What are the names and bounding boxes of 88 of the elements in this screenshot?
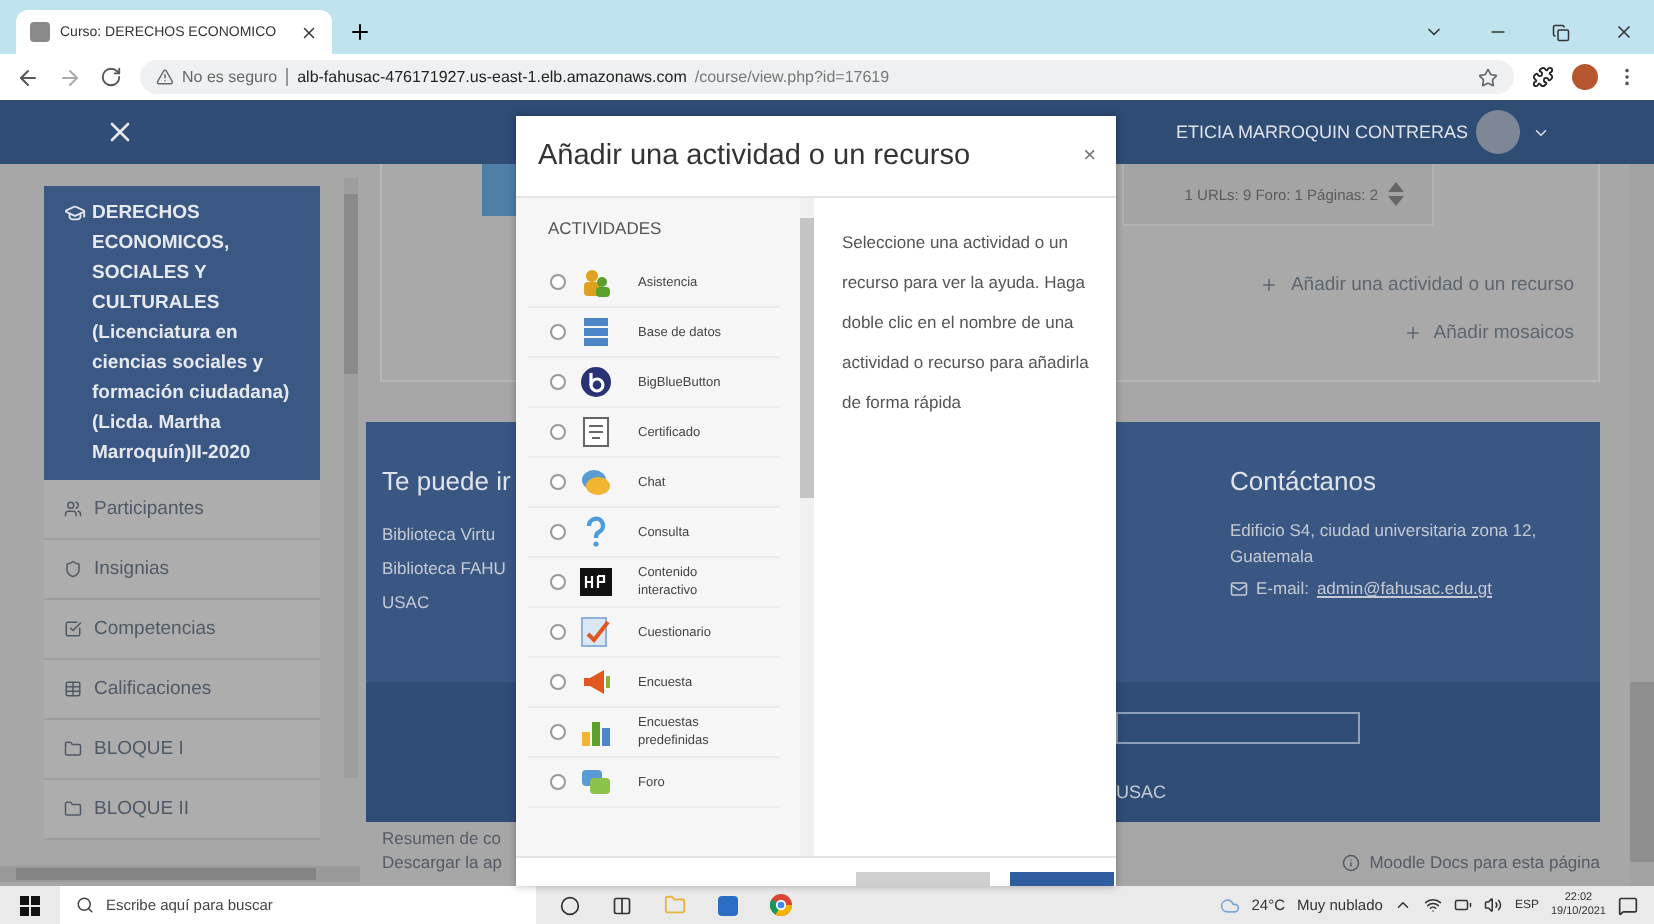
circle-icon[interactable] (560, 895, 580, 915)
letter-b-icon (580, 366, 612, 398)
star-icon[interactable] (1478, 67, 1498, 87)
plus-icon (1403, 324, 1422, 342)
back-icon[interactable] (16, 65, 40, 89)
radio-button[interactable] (550, 624, 566, 640)
radio-button[interactable] (550, 774, 566, 790)
checklist-icon (580, 616, 612, 648)
battery-icon[interactable] (1454, 896, 1473, 914)
sidebar-item[interactable]: BLOQUE II (44, 780, 320, 840)
url-host: alb-fahusac-476171927.us-east-1.elb.amazonaws.com (285, 68, 687, 86)
links-heading: Te puede ir (382, 466, 513, 496)
badge-icon (64, 560, 82, 578)
people-icon (64, 500, 82, 518)
email-label: E-mail: (1256, 578, 1309, 598)
section-heading: ACTIVIDADES (548, 218, 664, 238)
people-icon (580, 266, 612, 298)
info-icon (1341, 853, 1360, 871)
course-name[interactable]: DERECHOS ECONOMICOS, SOCIALES Y CULTURALES (Licenciatura en ciencias sociales y formación ciudadana)(Licda. Martha Marroquín)II-2020 (92, 198, 304, 468)
reload-icon[interactable] (100, 66, 122, 88)
mail-icon (1230, 579, 1248, 597)
megaphone-icon (580, 666, 612, 698)
plus-icon (1260, 276, 1279, 294)
check-icon (64, 620, 82, 638)
radio-button[interactable] (550, 424, 566, 440)
database-icon (580, 316, 612, 348)
profile-avatar[interactable] (1572, 64, 1598, 90)
sidebar-item[interactable]: Participantes (44, 480, 320, 540)
photo-placeholder (482, 164, 518, 216)
search-field[interactable] (1116, 712, 1360, 744)
warning-icon (156, 68, 174, 86)
radio-button[interactable] (550, 274, 566, 290)
footer-link[interactable]: Biblioteca Virtu (382, 524, 522, 544)
close-icon[interactable] (1614, 22, 1634, 42)
scrollbar[interactable] (1630, 164, 1654, 886)
sidebar-item[interactable]: Competencias (44, 600, 320, 660)
chat-icon (580, 466, 612, 498)
network-icon[interactable] (1424, 896, 1443, 914)
url-path: /course/view.php?id=17619 (694, 68, 890, 86)
table-icon (64, 680, 82, 698)
close-icon[interactable] (300, 23, 318, 41)
bar-chart-icon (580, 716, 612, 748)
radio-button[interactable] (550, 674, 566, 690)
windows-logo-icon[interactable] (20, 895, 40, 915)
folder-icon (64, 800, 82, 818)
sidebar-item[interactable]: Calificaciones (44, 660, 320, 720)
up-down-arrows-icon[interactable] (1388, 182, 1404, 206)
forward-icon[interactable] (58, 65, 82, 89)
dialog-title: Añadir una actividad o un recurso (538, 140, 971, 172)
radio-button[interactable] (550, 724, 566, 740)
notification-icon[interactable] (1618, 895, 1638, 915)
email-link[interactable]: admin@fahusac.edu.gt (1316, 578, 1492, 598)
radio-button[interactable] (550, 324, 566, 340)
h5p-icon (580, 566, 612, 598)
footer-text: USAC (1116, 782, 1169, 802)
puzzle-icon[interactable] (1532, 66, 1554, 88)
horizontal-scrollbar[interactable] (0, 866, 360, 882)
sidebar-item[interactable]: BLOQUE I (44, 720, 320, 780)
course-title[interactable]: DERECHOS ECONOMICOS, SOCIALES Y CULTURALES (Licenciatura en ciencias sociales y formación ciudadana)(Licda. Martha Marroquín)II-2020 (44, 186, 320, 480)
footer-link[interactable]: Biblioteca FAHU (382, 558, 522, 578)
security-label: No es seguro (182, 68, 278, 86)
chevron-up-icon[interactable] (1394, 896, 1413, 914)
user-name: ETICIA MARROQUIN CONTRERAS (1175, 122, 1468, 142)
folder-icon (64, 740, 82, 758)
scrollbar[interactable] (344, 178, 358, 778)
help-text: Seleccione una actividad o un recurso para ver la ayuda. Haga doble clic en el nombre de una actividad o recurso para añadirla de forma rápida (840, 230, 1091, 416)
graduation-cap-icon (64, 202, 86, 224)
certificate-icon (580, 416, 612, 448)
radio-button[interactable] (550, 574, 566, 590)
speech-bubbles-icon (580, 766, 612, 798)
page-favicon-icon (30, 22, 50, 42)
sidebar-item[interactable]: Insignias (44, 540, 320, 600)
search-icon (76, 896, 94, 914)
scrollbar[interactable] (800, 198, 814, 856)
address-bar[interactable]: No es seguro alb-fahusac-476171927.us-east-1.elb.amazonaws.com /course/view.php?id=17619 (140, 60, 1514, 94)
footer-link[interactable]: USAC (382, 592, 522, 612)
browser-app-icon[interactable] (770, 894, 792, 916)
task-view-icon[interactable] (612, 895, 632, 915)
close-button[interactable]: × (1083, 144, 1096, 168)
radio-button[interactable] (550, 374, 566, 390)
user-avatar[interactable] (1476, 110, 1520, 154)
radio-button[interactable] (550, 524, 566, 540)
radio-button[interactable] (550, 474, 566, 490)
volume-icon[interactable] (1484, 896, 1503, 914)
new-tab-icon[interactable] (348, 20, 372, 44)
contact-heading: Contáctanos (1230, 466, 1378, 496)
document-app-icon[interactable] (718, 895, 738, 915)
restore-icon[interactable] (1552, 23, 1570, 41)
